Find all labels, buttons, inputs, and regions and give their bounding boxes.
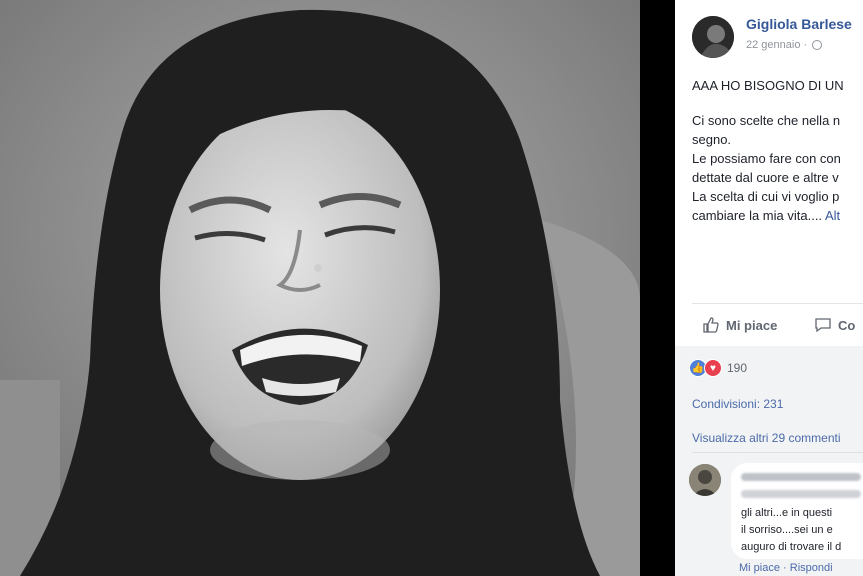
like-button[interactable]: Mi piace <box>702 316 777 334</box>
view-more-comments-link[interactable]: Visualizza altri 29 commenti <box>692 431 841 445</box>
globe-icon <box>812 40 823 51</box>
commenter-avatar-image <box>689 464 721 496</box>
post-photo[interactable] <box>0 0 640 576</box>
post-text-line: La scelta di cui vi voglio p <box>692 189 840 204</box>
post-text-line: dettate dal cuore e altre v <box>692 170 839 185</box>
comment-actions: Mi piace · Rispondi <box>739 562 833 574</box>
comment-text-line: gli altri...e in questi <box>741 507 833 519</box>
author-avatar[interactable] <box>692 16 734 58</box>
post-panel: Gigliola Barlese 22 gennaio · AAA HO BIS… <box>675 0 863 576</box>
post-text-line: AAA HO BISOGNO DI UN <box>692 78 844 93</box>
comment-button[interactable]: Co <box>814 316 855 334</box>
thumbs-up-icon <box>703 317 719 333</box>
post-text-line-last: cambiare la mia vita.... Alt <box>692 208 840 223</box>
reactions-summary[interactable]: 👍 ♥ 190 <box>689 359 747 377</box>
divider-line <box>692 452 863 453</box>
post-text-line: Le possiamo fare con con <box>692 151 841 166</box>
post-text-line: cambiare la mia vita.... <box>692 208 825 223</box>
comment-reply-link[interactable]: Rispondi <box>790 562 833 574</box>
post-date[interactable]: 22 gennaio · <box>746 39 823 51</box>
love-reaction-icon: ♥ <box>704 359 722 377</box>
viewer-divider <box>640 0 675 576</box>
see-more-link[interactable]: Alt <box>825 208 840 223</box>
comment-text-line: il sorriso....sei un e <box>741 524 833 536</box>
like-label: Mi piace <box>726 317 778 333</box>
post-text-line: segno. <box>692 132 732 147</box>
post-date-text: 22 gennaio · <box>746 39 811 51</box>
comment-text-line: auguro di trovare il d <box>741 541 842 553</box>
shares-count[interactable]: Condivisioni: 231 <box>692 397 783 411</box>
separator-dot: · <box>783 562 790 574</box>
comment-label: Co <box>838 317 856 333</box>
photo-image <box>0 0 640 576</box>
author-name[interactable]: Gigliola Barlese <box>746 16 852 32</box>
reaction-count: 190 <box>727 361 748 375</box>
comment-like-link[interactable]: Mi piace <box>739 562 780 574</box>
blurred-comment-text <box>741 490 861 498</box>
blurred-commenter-name <box>741 473 861 481</box>
comment-icon <box>815 318 831 333</box>
commenter-avatar[interactable] <box>689 464 721 496</box>
post-text-line: Ci sono scelte che nella n <box>692 113 841 128</box>
avatar-image <box>692 16 734 58</box>
divider-line <box>692 303 863 304</box>
